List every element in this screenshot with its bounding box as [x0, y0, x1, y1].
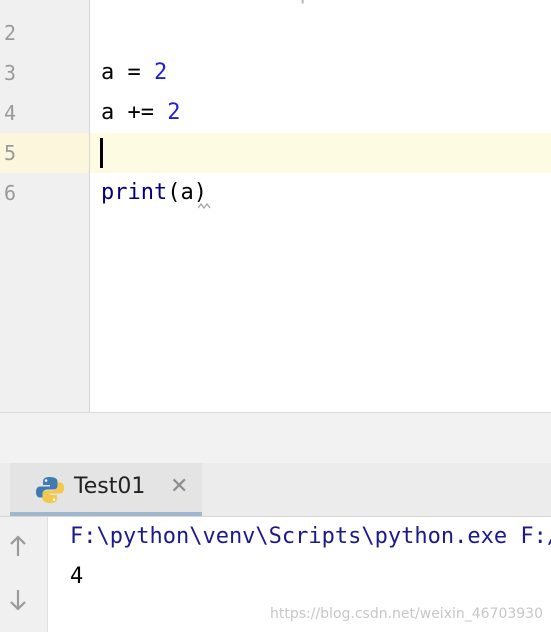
code-number: 2	[154, 60, 168, 85]
code-builtin-function: print	[101, 180, 168, 205]
code-line-assign[interactable]: a = 2	[101, 53, 551, 93]
run-tab-label: Test01	[74, 474, 146, 499]
code-line-add-assign[interactable]: a += 2	[101, 93, 551, 133]
line-number: 1	[0, 0, 16, 13]
line-number: 5	[3, 141, 16, 165]
editor-panel-divider[interactable]	[0, 412, 551, 464]
console-output-line: 4	[70, 564, 84, 589]
run-console[interactable]: F:\python\venv\Scripts\python.exe F:/pyt…	[0, 517, 551, 632]
code-line-print[interactable]: print(a)	[101, 173, 551, 213]
arrow-down-icon[interactable]	[8, 587, 28, 613]
code-number: 2	[167, 100, 181, 125]
active-tab-indicator	[10, 512, 202, 516]
code-arguments: (a)	[167, 180, 207, 205]
code-editor[interactable]: 1 2 3 4 5 6 from decimal import Decimal …	[0, 0, 551, 412]
inspection-squiggle-icon	[198, 203, 211, 209]
line-number: 2	[3, 21, 16, 45]
code-variable: a	[101, 100, 115, 125]
code-line-empty[interactable]	[101, 13, 551, 53]
python-icon	[36, 477, 64, 503]
line-number: 4	[3, 101, 16, 125]
run-tab-test01[interactable]: Test01 ✕	[10, 463, 202, 516]
line-number-gutter: 1 2 3 4 5 6	[0, 0, 90, 412]
run-tool-window-tabs: Test01 ✕	[0, 463, 551, 517]
code-line-current[interactable]	[101, 133, 551, 173]
text-caret	[100, 138, 103, 168]
code-variable: a	[101, 60, 115, 85]
close-icon[interactable]: ✕	[170, 474, 188, 499]
code-operator: +=	[114, 100, 168, 125]
line-number: 6	[3, 181, 16, 205]
watermark: https://blog.csdn.net/weixin_46703930	[269, 606, 543, 622]
console-command-line: F:\python\venv\Scripts\python.exe F:/pyt…	[70, 524, 551, 549]
arrow-up-icon[interactable]	[8, 533, 28, 559]
line-number: 3	[3, 61, 16, 85]
code-line-import[interactable]: from decimal import Decimal	[101, 0, 551, 13]
console-toolbar	[0, 517, 48, 632]
code-operator: =	[114, 60, 154, 85]
